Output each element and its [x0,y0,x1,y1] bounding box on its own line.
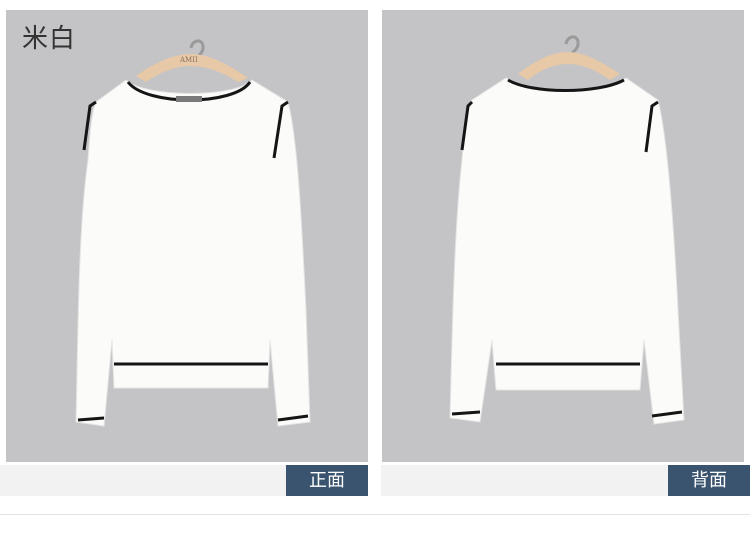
back-sweater-illustration [449,35,685,425]
back-view-image [382,10,744,462]
hanger-brand: AMII [179,56,198,64]
bottom-divider [0,514,750,515]
front-sweater-body [75,79,311,427]
neck-label [176,96,202,102]
left-cuff-trim [451,410,481,416]
left-cuff-trim [77,416,105,422]
front-sweater-illustration: AMII [75,39,311,427]
back-caption-tag: 背面 [668,465,750,496]
front-caption-tag: 正面 [286,465,368,496]
hanger [518,52,620,80]
front-view-image: AMII 米白 [6,10,368,462]
color-label: 米白 [22,24,77,54]
